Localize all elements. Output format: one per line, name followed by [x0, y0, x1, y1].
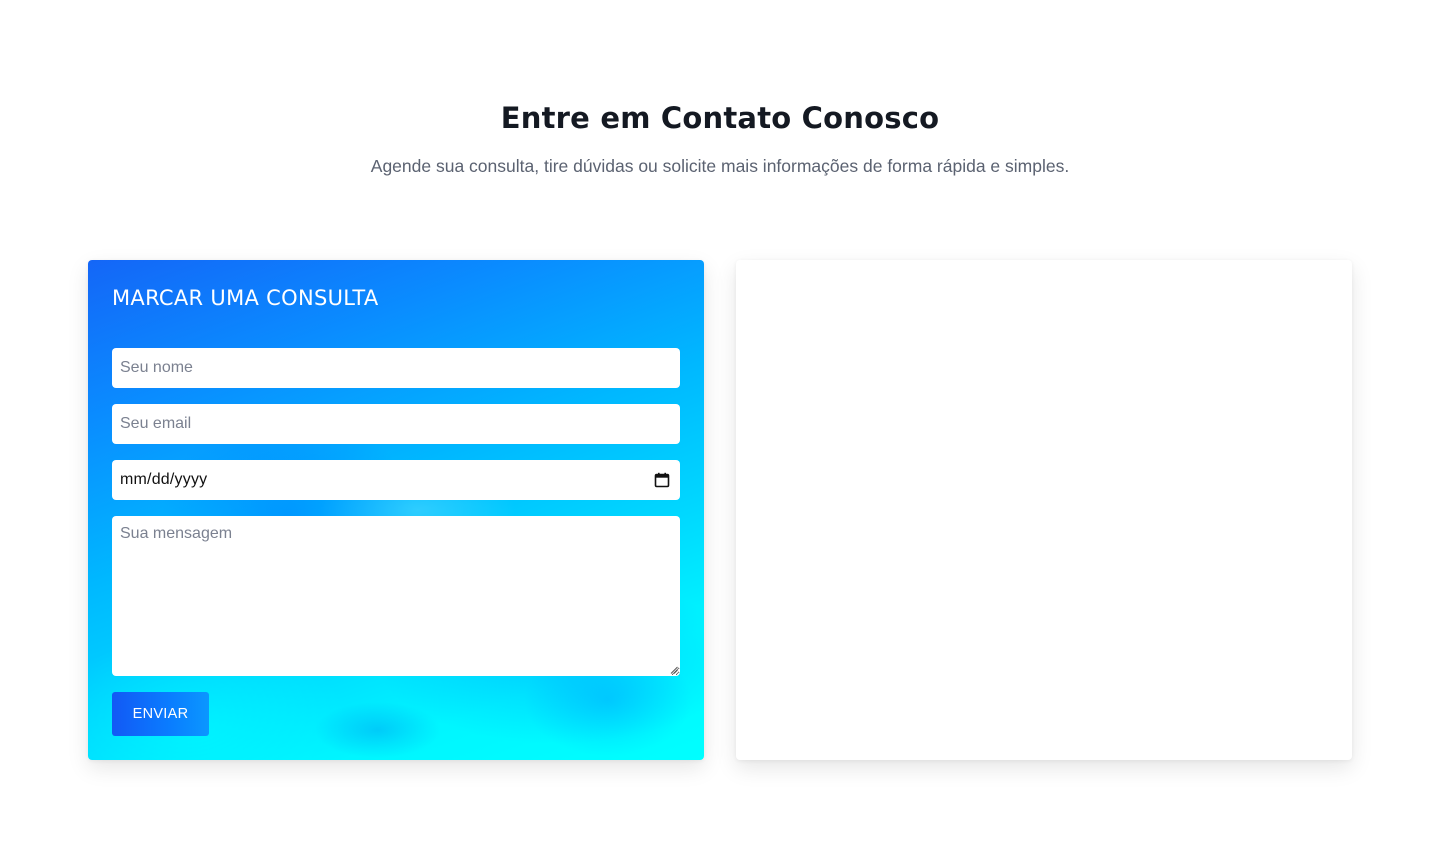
page-title: Entre em Contato Conosco	[500, 101, 940, 135]
message-textarea[interactable]	[112, 516, 680, 676]
appointment-form-card: MARCAR UMA CONSULTA mm/dd/yyyy ENVIAR	[88, 260, 704, 760]
section-header: Entre em Contato Conosco Agende sua cons…	[0, 96, 1440, 178]
email-input[interactable]	[112, 404, 680, 444]
date-value: mm/dd/yyyy	[120, 471, 208, 488]
date-input[interactable]: mm/dd/yyyy	[112, 460, 680, 500]
calendar-icon[interactable]	[654, 472, 670, 488]
submit-button[interactable]: ENVIAR	[112, 692, 209, 736]
name-input[interactable]	[112, 348, 680, 388]
page-subtitle: Agende sua consulta, tire dúvidas ou sol…	[370, 156, 1070, 176]
resize-grip-icon[interactable]	[670, 666, 678, 674]
info-panel	[736, 260, 1352, 760]
form-title: MARCAR UMA CONSULTA	[112, 286, 379, 310]
